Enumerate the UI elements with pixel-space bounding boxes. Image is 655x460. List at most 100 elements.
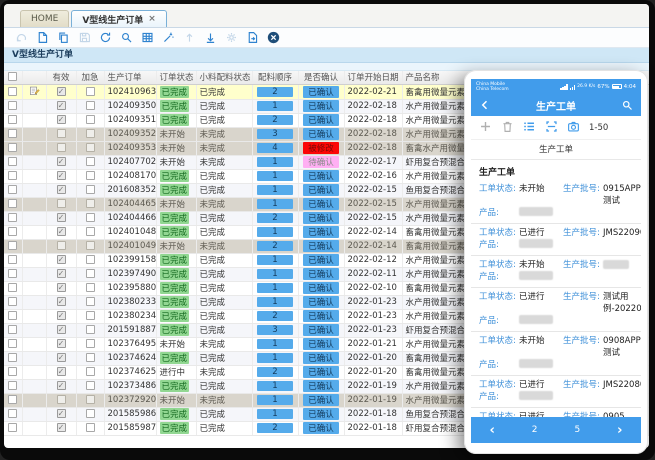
settings-icon[interactable] (222, 30, 240, 46)
urgent-checkbox[interactable] (86, 241, 95, 250)
row-checkbox[interactable] (8, 171, 17, 180)
header-valid[interactable]: 有效 (46, 71, 76, 84)
header-seq[interactable]: 配料顺序 (252, 71, 298, 84)
valid-checkbox[interactable]: ✓ (57, 269, 66, 278)
filter-wand-icon[interactable] (159, 30, 177, 46)
header-order[interactable]: 生产订单 (104, 71, 156, 84)
valid-checkbox[interactable]: ✓ (57, 171, 66, 180)
row-checkbox[interactable] (8, 283, 17, 292)
valid-checkbox[interactable]: ✓ (57, 325, 66, 334)
row-checkbox[interactable] (8, 255, 17, 264)
urgent-checkbox[interactable] (86, 143, 95, 152)
select-all-checkbox[interactable] (8, 72, 17, 81)
search-icon[interactable] (621, 96, 633, 115)
valid-checkbox[interactable]: ✓ (57, 409, 66, 418)
urgent-checkbox[interactable] (86, 227, 95, 236)
valid-checkbox[interactable]: ✓ (57, 227, 66, 236)
edit-icon[interactable] (29, 89, 40, 99)
close-circle-icon[interactable] (264, 30, 282, 46)
valid-checkbox[interactable]: ✓ (57, 101, 66, 110)
row-checkbox[interactable] (8, 213, 17, 222)
urgent-checkbox[interactable] (86, 157, 95, 166)
valid-checkbox[interactable]: ✓ (57, 115, 66, 124)
plus-icon[interactable] (479, 118, 492, 137)
work-order-item[interactable]: 工单状态:已进行生产批号:JMS220902产品: (471, 224, 641, 256)
urgent-checkbox[interactable] (86, 185, 95, 194)
row-checkbox[interactable] (8, 269, 17, 278)
row-checkbox[interactable] (8, 185, 17, 194)
search-icon[interactable] (117, 30, 135, 46)
row-checkbox[interactable] (8, 227, 17, 236)
valid-checkbox[interactable]: ✓ (57, 283, 66, 292)
list-icon[interactable] (523, 118, 536, 137)
urgent-checkbox[interactable] (86, 115, 95, 124)
tab-active[interactable]: V型线生产订单× (71, 10, 167, 27)
valid-checkbox[interactable] (57, 143, 66, 152)
valid-checkbox[interactable]: ✓ (57, 185, 66, 194)
new-document-icon[interactable] (33, 30, 51, 46)
valid-checkbox[interactable]: ✓ (57, 213, 66, 222)
table-icon[interactable] (138, 30, 156, 46)
valid-checkbox[interactable]: ✓ (57, 423, 66, 432)
urgent-checkbox[interactable] (86, 87, 95, 96)
header-urgent[interactable]: 加急 (76, 71, 104, 84)
work-order-item[interactable]: 工单状态:未开始生产批号:0915APP测试产品: (471, 180, 641, 224)
next-page-chevron-icon[interactable]: › (617, 423, 622, 438)
work-order-item[interactable]: 工单状态:已进行生产批号:测试用例-20220908产品: (471, 288, 641, 332)
download-icon[interactable] (201, 30, 219, 46)
scan-icon[interactable] (545, 118, 558, 137)
header-status[interactable]: 订单状态 (156, 71, 196, 84)
row-checkbox[interactable] (8, 129, 17, 138)
row-checkbox[interactable] (8, 157, 17, 166)
valid-checkbox[interactable]: ✓ (57, 367, 66, 376)
current-page[interactable]: 2 (532, 425, 538, 435)
tab-close-icon[interactable]: × (148, 15, 156, 24)
row-checkbox[interactable] (8, 395, 17, 404)
work-order-item[interactable]: 工单状态:已进行生产批号:0905产品: (471, 408, 641, 417)
valid-checkbox[interactable] (57, 395, 66, 404)
header-start-date[interactable]: 订单开始日期 (344, 71, 402, 84)
valid-checkbox[interactable]: ✓ (57, 339, 66, 348)
work-order-item[interactable]: 工单状态:未开始生产批号:0908APP测试产品: (471, 332, 641, 376)
work-order-item[interactable]: 工单状态:未开始生产批号:产品: (471, 256, 641, 288)
refresh-icon[interactable] (96, 30, 114, 46)
row-checkbox[interactable] (8, 199, 17, 208)
copy-icon[interactable] (54, 30, 72, 46)
urgent-checkbox[interactable] (86, 129, 95, 138)
urgent-checkbox[interactable] (86, 367, 95, 376)
row-checkbox[interactable] (8, 241, 17, 250)
urgent-checkbox[interactable] (86, 423, 95, 432)
urgent-checkbox[interactable] (86, 199, 95, 208)
urgent-checkbox[interactable] (86, 297, 95, 306)
trash-icon[interactable] (501, 118, 514, 137)
valid-checkbox[interactable] (57, 241, 66, 250)
valid-checkbox[interactable]: ✓ (57, 311, 66, 320)
header-confirm[interactable]: 是否确认 (298, 71, 344, 84)
urgent-checkbox[interactable] (86, 269, 95, 278)
total-pages[interactable]: 5 (574, 425, 580, 435)
camera-icon[interactable] (567, 118, 580, 137)
row-checkbox[interactable] (8, 381, 17, 390)
urgent-checkbox[interactable] (86, 325, 95, 334)
urgent-checkbox[interactable] (86, 283, 95, 292)
work-order-item[interactable]: 工单状态:已进行生产批号:JMS220804产品: (471, 376, 641, 408)
urgent-checkbox[interactable] (86, 353, 95, 362)
row-checkbox[interactable] (8, 311, 17, 320)
undo-icon[interactable] (12, 30, 30, 46)
valid-checkbox[interactable] (57, 199, 66, 208)
urgent-checkbox[interactable] (86, 213, 95, 222)
urgent-checkbox[interactable] (86, 311, 95, 320)
row-checkbox[interactable] (8, 115, 17, 124)
valid-checkbox[interactable] (57, 129, 66, 138)
urgent-checkbox[interactable] (86, 101, 95, 110)
valid-checkbox[interactable]: ✓ (57, 87, 66, 96)
row-checkbox[interactable] (8, 101, 17, 110)
urgent-checkbox[interactable] (86, 255, 95, 264)
valid-checkbox[interactable]: ✓ (57, 353, 66, 362)
tab-home[interactable]: HOME (20, 10, 69, 27)
header-material-status[interactable]: 小料配料状态 (196, 71, 252, 84)
urgent-checkbox[interactable] (86, 381, 95, 390)
upload-icon[interactable] (180, 30, 198, 46)
prev-page-chevron-icon[interactable]: ‹ (489, 423, 494, 438)
valid-checkbox[interactable]: ✓ (57, 255, 66, 264)
